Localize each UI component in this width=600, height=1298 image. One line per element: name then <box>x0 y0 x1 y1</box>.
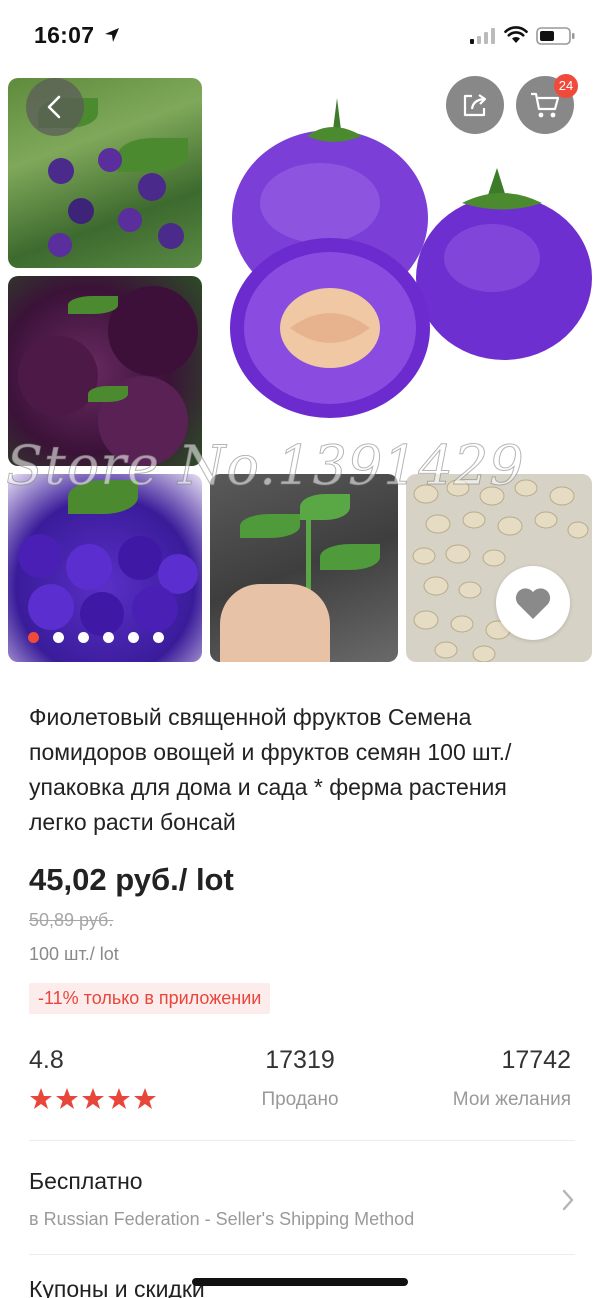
home-indicator[interactable] <box>192 1278 408 1286</box>
chevron-right-icon[interactable] <box>560 1188 576 1212</box>
pagination-dot[interactable] <box>103 632 114 643</box>
gallery-image-seedling[interactable] <box>210 474 398 662</box>
gallery-image-main[interactable] <box>212 78 596 466</box>
wishlist-label: Мои желания <box>452 1089 571 1110</box>
cart-button[interactable]: 24 <box>516 74 578 134</box>
pagination-dot[interactable] <box>153 632 164 643</box>
product-price: 45,02 руб./ lot <box>29 862 234 897</box>
pagination-dot[interactable] <box>28 632 39 643</box>
status-bar: 16:07 <box>0 0 600 70</box>
pagination-dot[interactable] <box>128 632 139 643</box>
rating-block[interactable]: 4.8 <box>29 1046 157 1111</box>
coupons-row[interactable]: Купоны и скидки <box>29 1276 205 1298</box>
signal-icon <box>470 28 495 44</box>
original-price: 50,89 руб. <box>29 910 114 930</box>
sold-count: 17319 <box>265 1046 335 1074</box>
divider <box>29 1140 575 1141</box>
wishlist-block[interactable]: 17742 Мои желания <box>453 1046 571 1111</box>
shipping-title: Бесплатно <box>29 1168 143 1194</box>
star-icon <box>56 1088 78 1109</box>
star-icon <box>30 1088 52 1109</box>
shipping-subtitle: в Russian Federation - Seller's Shipping… <box>29 1209 415 1229</box>
star-icon <box>134 1088 156 1109</box>
battery-icon <box>536 27 575 45</box>
gallery-pagination <box>28 632 164 643</box>
heart-icon <box>515 588 551 619</box>
product-gallery[interactable]: Store No.1391429 24 <box>0 74 600 666</box>
wishlist-button[interactable] <box>496 566 570 640</box>
back-icon <box>47 95 61 119</box>
rating-stars <box>29 1087 157 1111</box>
divider <box>29 1254 575 1255</box>
star-icon <box>82 1088 104 1109</box>
share-button[interactable] <box>446 76 504 134</box>
location-arrow-icon <box>105 28 119 42</box>
pack-size: 100 шт./ lot <box>29 944 119 964</box>
cart-icon <box>531 92 560 118</box>
store-watermark: Store No.1391429 <box>6 434 525 498</box>
sold-label: Продано <box>261 1089 339 1110</box>
wifi-icon <box>504 26 528 43</box>
product-title: Фиолетовый священной фруктов Семена поми… <box>29 704 512 835</box>
main-tomato-illustration <box>230 98 592 418</box>
back-button[interactable] <box>26 78 84 136</box>
share-icon <box>463 94 487 117</box>
shipping-row[interactable]: Бесплатно в Russian Federation - Seller'… <box>29 1168 575 1230</box>
status-time: 16:07 <box>34 22 95 48</box>
pagination-dot[interactable] <box>53 632 64 643</box>
app-discount-badge[interactable]: -11% только в приложении <box>29 983 271 1014</box>
star-icon <box>108 1088 130 1109</box>
cart-count-badge: 24 <box>554 74 578 98</box>
pagination-dot[interactable] <box>78 632 89 643</box>
rating-value: 4.8 <box>29 1046 64 1074</box>
sold-block: 17319 Продано <box>258 1046 342 1111</box>
wishlist-count: 17742 <box>501 1046 571 1074</box>
gallery-image-seeds[interactable] <box>406 474 592 662</box>
